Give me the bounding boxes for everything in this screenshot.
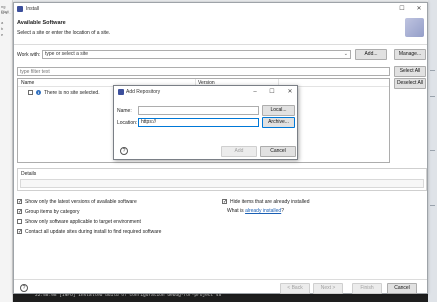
maximize-icon[interactable]: ☐: [268, 88, 276, 96]
location-label: Location:: [117, 120, 138, 126]
details-text: [20, 179, 424, 188]
archive-button[interactable]: Archive...: [262, 117, 295, 128]
help-icon[interactable]: ?: [20, 284, 28, 292]
background-left-panel: ng Plati ld s... a b e: [0, 0, 13, 302]
scroll-marker: [430, 150, 435, 151]
what-is-prefix: What is: [227, 208, 244, 214]
install-banner-icon: [405, 18, 424, 37]
option-label: Show only software applicable to target …: [25, 219, 141, 225]
scroll-marker: [430, 205, 435, 206]
option-label: Hide items that are already installed: [230, 199, 310, 205]
deselect-all-button[interactable]: Deselect All: [394, 78, 426, 89]
checkbox[interactable]: ✓: [17, 229, 22, 235]
option-label: Show only the latest versions of availab…: [25, 199, 137, 205]
work-with-combo[interactable]: type or select a site ⌄: [42, 50, 351, 59]
checkbox[interactable]: ✓: [222, 199, 227, 205]
details-group: Details: [17, 168, 427, 191]
close-icon[interactable]: ✕: [415, 5, 423, 13]
manage-button[interactable]: Manage...: [394, 49, 426, 60]
page-description: Select a site or enter the location of a…: [17, 30, 111, 36]
local-button[interactable]: Local...: [262, 105, 295, 116]
work-with-label: Work with:: [17, 52, 41, 58]
add-repository-dialog: Add Repository – ☐ ✕ Name: Local... Loca…: [113, 85, 298, 160]
finish-button[interactable]: Finish: [352, 283, 382, 294]
background-fragment: ld s...: [1, 10, 11, 15]
filter-input[interactable]: [17, 67, 390, 76]
scroll-marker: [430, 70, 435, 71]
work-with-placeholder: type or select a site: [45, 51, 89, 57]
what-is-suffix: ?: [281, 208, 284, 214]
item-checkbox[interactable]: [28, 90, 33, 95]
dialog-title: Add Repository: [126, 89, 161, 95]
background-fragment: a: [1, 20, 4, 25]
column-name[interactable]: Name: [21, 80, 34, 86]
details-title: Details: [21, 171, 37, 177]
scroll-marker: [430, 96, 435, 97]
back-button[interactable]: < Back: [280, 283, 310, 294]
select-all-button[interactable]: Select All: [394, 66, 426, 77]
add-site-button[interactable]: Add...: [355, 49, 387, 60]
name-label: Name:: [117, 108, 132, 114]
chevron-down-icon: ⌄: [343, 51, 348, 57]
minimize-icon[interactable]: –: [251, 88, 259, 96]
background-right-panel: [428, 0, 437, 302]
already-installed-link[interactable]: already installed: [245, 208, 281, 214]
dialog-titlebar: Add Repository – ☐ ✕: [114, 86, 297, 98]
wizard-header: Available Software Select a site or ente…: [14, 15, 427, 45]
dialog-cancel-button[interactable]: Cancel: [260, 146, 296, 157]
window-titlebar: Install ☐ ✕: [14, 3, 427, 15]
eclipse-icon: [17, 6, 23, 12]
next-button[interactable]: Next >: [313, 283, 343, 294]
checkbox[interactable]: [17, 219, 22, 224]
option-label: Contact all update sites during install …: [25, 229, 162, 235]
eclipse-icon: [118, 89, 124, 95]
window-title: Install: [26, 6, 40, 12]
location-field[interactable]: https://: [138, 118, 259, 127]
cancel-button[interactable]: Cancel: [387, 283, 417, 294]
checkbox[interactable]: ✓: [17, 209, 22, 215]
tree-item-label: There is no site selected.: [44, 90, 100, 96]
background-fragment: b: [1, 26, 4, 31]
help-icon[interactable]: ?: [120, 147, 128, 155]
name-field[interactable]: [138, 106, 259, 115]
info-icon: i: [36, 90, 41, 95]
option-label: Group items by category: [25, 209, 80, 215]
checkbox[interactable]: ✓: [17, 199, 22, 205]
background-fragment: e: [1, 32, 4, 37]
what-is-installed: What is already installed?: [227, 208, 284, 214]
footer-divider: [14, 279, 427, 280]
maximize-icon[interactable]: ☐: [398, 5, 406, 13]
page-title: Available Software: [17, 20, 66, 26]
add-button[interactable]: Add: [221, 146, 257, 157]
close-icon[interactable]: ✕: [286, 88, 294, 96]
